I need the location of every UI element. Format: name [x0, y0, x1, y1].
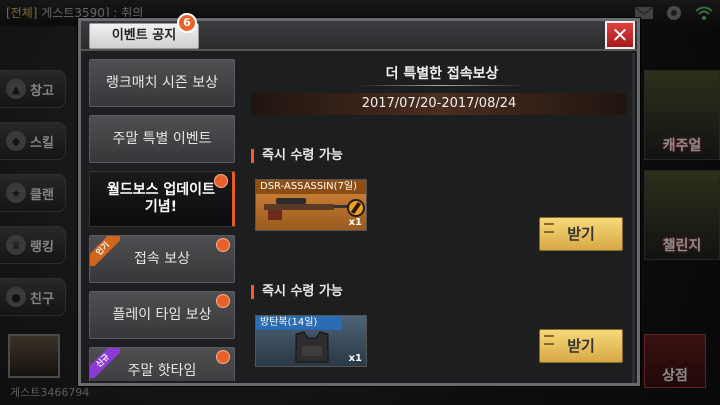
- sidebar-item-world-boss[interactable]: 월드보스 업데이트 기념!: [89, 171, 235, 227]
- sidebar-item-playtime-reward[interactable]: 플레이 타임 보상: [89, 291, 235, 339]
- content-scrollbar[interactable]: [632, 53, 635, 383]
- claim-label: 받기: [567, 337, 595, 355]
- reward-item-card: 방탄복(14일) x1: [255, 315, 367, 367]
- claim-label: 받기: [567, 225, 595, 243]
- sidebar-item-label: 플레이 타임 보상: [112, 306, 212, 323]
- event-sidebar: 랭크매치 시즌 보상 주말 특별 이벤트 월드보스 업데이트 기념! 인기 접속…: [89, 59, 235, 381]
- menu-lines-icon: [544, 223, 554, 233]
- new-dot-icon: [214, 174, 228, 188]
- new-dot-icon: [216, 294, 230, 308]
- sidebar-item-label: 월드보스 업데이트 기념!: [107, 182, 215, 215]
- claim-button[interactable]: 받기: [539, 329, 623, 363]
- close-button[interactable]: ✕: [605, 21, 635, 49]
- reward-qty: x1: [348, 353, 362, 364]
- sidebar-item-label: 주말 핫타임: [127, 362, 197, 379]
- sidebar-item-login-reward[interactable]: 인기 접속 보상: [89, 235, 235, 283]
- new-ribbon: 신규: [90, 348, 120, 378]
- sidebar-item-rank-season[interactable]: 랭크매치 시즌 보상: [89, 59, 235, 107]
- hot-ribbon: 인기: [90, 236, 120, 266]
- reward-section-label: 즉시 수령 가능: [251, 149, 343, 163]
- dialog-header: 이벤트 공지 6 ✕: [81, 13, 637, 51]
- sidebar-item-label: 접속 보상: [134, 250, 190, 267]
- new-dot-icon: [216, 350, 230, 364]
- sidebar-item-label: 랭크매치 시즌 보상: [106, 74, 218, 91]
- notification-badge: 6: [177, 13, 197, 33]
- title-divider: [357, 85, 527, 86]
- event-title: 더 특별한 접속보상: [385, 66, 499, 82]
- sidebar-item-weekend-hottime[interactable]: 신규 주말 핫타임: [89, 347, 235, 381]
- event-date-range: 2017/07/20-2017/08/24: [251, 93, 627, 115]
- event-content: 더 특별한 접속보상 2017/07/20-2017/08/24 즉시 수령 가…: [247, 53, 635, 383]
- new-dot-icon: [216, 238, 230, 252]
- reward-qty: x1: [348, 217, 362, 228]
- claim-button[interactable]: 받기: [539, 217, 623, 251]
- close-icon: ✕: [611, 23, 629, 47]
- ribbon-label: 신규: [90, 348, 120, 378]
- reward-section-label: 즉시 수령 가능: [251, 285, 343, 299]
- sidebar-item-weekend-special[interactable]: 주말 특별 이벤트: [89, 115, 235, 163]
- reward-item-card: DSR-ASSASSIN(7일) x1: [255, 179, 367, 231]
- sidebar-item-label: 주말 특별 이벤트: [112, 130, 212, 147]
- menu-lines-icon: [544, 335, 554, 345]
- ribbon-label: 인기: [90, 236, 120, 266]
- event-notice-dialog: 이벤트 공지 6 ✕ 랭크매치 시즌 보상 주말 특별 이벤트 월드보스 업데이…: [78, 13, 640, 386]
